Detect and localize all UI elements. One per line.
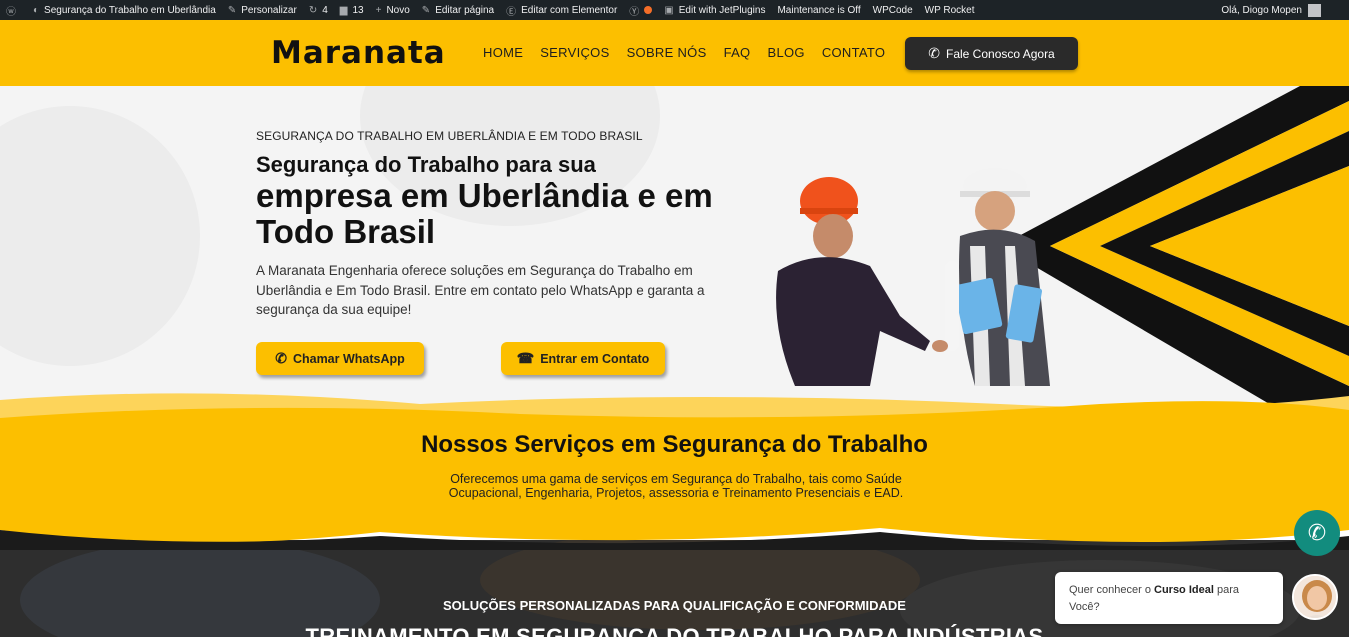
whatsapp-button-label: Chamar WhatsApp <box>292 351 405 366</box>
updates-icon: ↻ <box>308 4 318 16</box>
admin-wprocket[interactable]: WP Rocket <box>919 0 981 20</box>
contact-cta-button[interactable]: ✆ Fale Conosco Agora <box>905 37 1078 70</box>
chat-text-bold: Curso Ideal <box>1154 584 1214 596</box>
admin-customize-label: Personalizar <box>241 4 297 16</box>
admin-site-name-label: Segurança do Trabalho em Uberlândia <box>44 4 216 16</box>
comments-icon: ▆ <box>339 4 348 16</box>
chat-bubble[interactable]: Quer conhecer o Curso Ideal para Você? <box>1055 572 1283 624</box>
main-nav: HOME SERVIÇOS SOBRE NÓS FAQ BLOG CONTATO <box>483 45 902 61</box>
yoast-icon: Ⓨ <box>629 6 640 18</box>
site-logo[interactable]: Maranata <box>271 35 446 71</box>
hero-eyebrow: SEGURANÇA DO TRABALHO EM UBERLÂNDIA E EM… <box>256 129 643 143</box>
brush-icon: ✎ <box>227 4 237 16</box>
dashboard-icon: ◐ <box>33 4 40 16</box>
nav-home[interactable]: HOME <box>483 45 523 61</box>
nav-contact[interactable]: CONTATO <box>822 45 886 61</box>
services-title: Nossos Serviços em Segurança do Trabalho <box>421 431 928 458</box>
contact-cta-label: Fale Conosco Agora <box>946 46 1055 61</box>
admin-new[interactable]: + Novo <box>370 0 416 20</box>
training-title: TREINAMENTO EM SEGURANÇA DO TRABALHO PAR… <box>305 624 1044 637</box>
wordpress-icon: ⓦ <box>6 6 16 18</box>
chat-text-before: Quer conhecer o <box>1069 584 1154 596</box>
wordpress-menu[interactable]: ⓦ <box>0 0 27 20</box>
nav-blog[interactable]: BLOG <box>767 45 804 61</box>
admin-elementor-label: Editar com Elementor <box>521 4 618 16</box>
nav-about[interactable]: SOBRE NÓS <box>627 45 707 61</box>
admin-updates-count: 4 <box>322 4 328 16</box>
chat-avatar[interactable] <box>1292 574 1338 620</box>
hero-graphics <box>776 86 1349 416</box>
admin-edit-page[interactable]: ✎ Editar página <box>416 0 500 20</box>
admin-jetplugins[interactable]: ▣ Edit with JetPlugins <box>658 0 771 20</box>
hero-section: SEGURANÇA DO TRABALHO EM UBERLÂNDIA E EM… <box>0 86 1349 416</box>
admin-maintenance[interactable]: Maintenance is Off <box>771 0 866 20</box>
elementor-icon: Ⓔ <box>506 6 517 18</box>
whatsapp-icon: ✆ <box>928 45 940 61</box>
admin-site-name[interactable]: ◐ Segurança do Trabalho em Uberlândia <box>27 0 222 20</box>
hero-title-small: Segurança do Trabalho para sua <box>256 152 596 177</box>
admin-greeting: Olá, Diogo Mopen <box>1221 4 1302 16</box>
admin-elementor[interactable]: Ⓔ Editar com Elementor <box>500 0 623 20</box>
admin-wpcode[interactable]: WPCode <box>867 0 919 20</box>
admin-avatar <box>1308 3 1321 17</box>
hero-title: empresa em Uberlândia e em Todo Brasil <box>256 177 713 250</box>
admin-account[interactable]: Olá, Diogo Mopen <box>1221 0 1349 20</box>
admin-wprocket-label: WP Rocket <box>924 4 975 16</box>
services-wave <box>0 393 1349 550</box>
services-description: Oferecemos uma gama de serviços em Segur… <box>448 472 904 500</box>
admin-comments-count: 13 <box>352 4 364 16</box>
admin-edit-page-label: Editar página <box>435 4 495 16</box>
whatsapp-icon: ✆ <box>275 350 287 366</box>
admin-jetplugins-label: Edit with JetPlugins <box>678 4 766 16</box>
admin-yoast[interactable]: Ⓨ <box>623 0 658 20</box>
admin-customize[interactable]: ✎ Personalizar <box>222 0 303 20</box>
admin-comments[interactable]: ▆ 13 <box>334 0 370 20</box>
whatsapp-icon: ✆ <box>1307 520 1327 545</box>
workers-photo <box>776 168 1050 386</box>
admin-maintenance-label: Maintenance is Off <box>777 4 861 16</box>
admin-wpcode-label: WPCode <box>872 4 913 16</box>
whatsapp-button[interactable]: ✆ Chamar WhatsApp <box>256 342 424 375</box>
phone-icon: ☎ <box>516 350 535 366</box>
contact-button-label: Entrar em Contato <box>540 351 650 366</box>
page: ⓦ ◐ Segurança do Trabalho em Uberlândia ✎… <box>0 0 1349 637</box>
floating-whatsapp-button[interactable]: ✆ <box>1294 510 1340 556</box>
jet-icon: ▣ <box>664 4 674 16</box>
contact-button[interactable]: ☎ Entrar em Contato <box>501 342 665 375</box>
nav-faq[interactable]: FAQ <box>724 45 751 61</box>
pencil-icon: ✎ <box>421 4 431 16</box>
seo-status-dot <box>644 6 653 14</box>
hero-paragraph: A Maranata Engenharia oferece soluções e… <box>256 263 705 317</box>
admin-updates[interactable]: ↻ 4 <box>303 0 334 20</box>
nav-services[interactable]: SERVIÇOS <box>540 45 609 61</box>
admin-bar: ⓦ ◐ Segurança do Trabalho em Uberlândia ✎… <box>0 0 1349 20</box>
admin-new-label: Novo <box>386 4 410 16</box>
plus-icon: + <box>375 4 382 16</box>
site-header: Maranata HOME SERVIÇOS SOBRE NÓS FAQ BLO… <box>0 20 1349 86</box>
